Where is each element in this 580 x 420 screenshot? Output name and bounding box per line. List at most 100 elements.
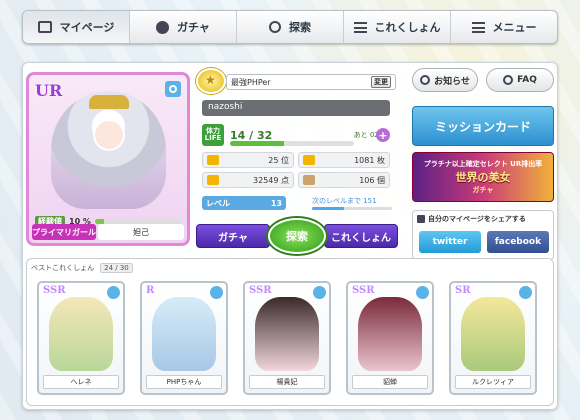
collection-card[interactable]: R PHPちゃん: [140, 281, 228, 395]
nav-collection-label: これくしょん: [374, 21, 441, 34]
faq-button[interactable]: FAQ: [486, 68, 554, 92]
nav-gacha[interactable]: ガチャ: [130, 11, 237, 43]
stats-grid: 25 位 1081 枚 32549 点 106 個: [202, 152, 390, 188]
stat-cards: 1081 枚: [298, 152, 390, 168]
cards-icon: [303, 155, 315, 165]
banner-main-text: 世界の美女: [455, 171, 511, 184]
stat-rank: 25 位: [202, 152, 294, 168]
collection-card-image: [461, 297, 525, 371]
collection-card-rarity: SSR: [43, 285, 66, 296]
gacha-banner[interactable]: プラチナ以上確定セレクト UR排出率 世界の美女 ガチャ: [412, 152, 554, 202]
collection-card-image: [255, 297, 319, 371]
level-label: レベル: [206, 198, 230, 208]
collection-icon: [353, 21, 367, 33]
star-icon: [207, 175, 219, 185]
search-icon: [269, 21, 281, 33]
nav-menu[interactable]: メニュー: [451, 11, 557, 43]
next-level: 次のレベルまで 151: [312, 196, 392, 210]
card-zoom-icon[interactable]: [313, 286, 326, 299]
top-nav: マイページ ガチャ 探索 これくしょん メニュー: [22, 10, 558, 44]
life-row: 体力 LIFE 14 / 32 あと 02:47 +: [202, 122, 390, 148]
next-level-bar: [312, 207, 392, 210]
level-value: 13: [270, 198, 282, 208]
collection-card-name: ヘレネ: [43, 375, 119, 389]
gacha-icon: [156, 20, 170, 34]
player-name: nazoshi: [202, 100, 390, 116]
menu-icon: [471, 21, 485, 33]
card-zoom-icon[interactable]: [519, 286, 532, 299]
collection-card-rarity: SSR: [352, 285, 375, 296]
exp-bar-fill: [94, 218, 104, 224]
nav-explore[interactable]: 探索: [237, 11, 344, 43]
collection-card-image: [152, 297, 216, 371]
collection-card-rarity: SR: [455, 285, 471, 296]
profile-panel: ★ 最強PHPer 変更 nazoshi 体力 LIFE 14 / 32 あと …: [196, 68, 398, 254]
life-label-bottom: LIFE: [204, 134, 222, 142]
item-icon: [303, 175, 315, 185]
card-rarity: UR: [35, 81, 63, 100]
best-title: ベストこれくしょん: [31, 264, 95, 272]
stat-items-value: 106 個: [359, 175, 385, 185]
banner-top-text: プラチナ以上確定セレクト UR排出率: [423, 160, 543, 168]
next-level-text: 次のレベルまで 151: [312, 197, 377, 205]
share-box: 自分のマイページをシェアする twitter facebook: [412, 210, 554, 260]
collection-card-rarity: R: [146, 285, 155, 296]
nav-gacha-label: ガチャ: [177, 21, 210, 34]
news-button[interactable]: お知らせ: [412, 68, 478, 92]
stat-points-value: 32549 点: [253, 175, 289, 185]
leader-card[interactable]: UR 経験値 10 % プライマリガール 妲己: [26, 72, 190, 246]
nav-mypage-label: マイページ: [59, 21, 115, 34]
share-icon: [417, 215, 425, 223]
stat-items: 106 個: [298, 172, 390, 188]
card-zoom-icon[interactable]: [165, 81, 181, 97]
banner-sub-text: ガチャ: [472, 186, 494, 194]
trophy-icon: [207, 155, 219, 165]
player-title: 最強PHPer: [231, 77, 271, 87]
explore-button[interactable]: 探索: [268, 218, 326, 254]
collection-card-name: PHPちゃん: [146, 375, 222, 389]
info-icon: [420, 75, 431, 85]
level-row: レベル 13: [202, 196, 286, 210]
change-title-button[interactable]: 変更: [371, 76, 391, 88]
stat-points: 32549 点: [202, 172, 294, 188]
life-badge: 体力 LIFE: [202, 124, 224, 146]
life-bar: [230, 141, 354, 146]
exp-bar: [94, 218, 181, 224]
mypage-icon: [37, 21, 52, 33]
gacha-button[interactable]: ガチャ: [196, 224, 270, 248]
help-icon: [503, 75, 514, 85]
stat-cards-value: 1081 枚: [354, 155, 385, 165]
card-zoom-icon[interactable]: [416, 286, 429, 299]
collection-card[interactable]: SSR 貂蝉: [346, 281, 434, 395]
best-collection: ベストこれくしょん 24 / 30 SSR ヘレネ R PHPちゃん SSR 楊貴妃 SSR…: [26, 258, 554, 406]
leader-character-image: [51, 91, 166, 209]
next-level-bar-fill: [312, 207, 344, 210]
share-title-text: 自分のマイページをシェアする: [428, 215, 526, 223]
best-header: ベストこれくしょん 24 / 30: [31, 263, 133, 273]
nav-collection[interactable]: これくしょん: [344, 11, 451, 43]
card-zoom-icon[interactable]: [210, 286, 223, 299]
mission-card-button[interactable]: ミッションカード: [412, 106, 554, 146]
collection-card-name: 楊貴妃: [249, 375, 325, 389]
nav-explore-label: 探索: [289, 21, 311, 34]
card-zoom-icon[interactable]: [107, 286, 120, 299]
collection-button[interactable]: これくしょん: [324, 224, 398, 248]
best-count: 24 / 30: [100, 263, 133, 273]
nav-mypage[interactable]: マイページ: [23, 11, 130, 43]
facebook-share-button[interactable]: facebook: [487, 231, 549, 253]
collection-card[interactable]: SR ルクレツィア: [449, 281, 537, 395]
crown-icon: ★: [196, 68, 226, 94]
action-buttons: ガチャ これくしょん 探索: [196, 218, 398, 254]
collection-card[interactable]: SSR ヘレネ: [37, 281, 125, 395]
title-row: 最強PHPer 変更: [226, 74, 396, 90]
collection-card-image: [49, 297, 113, 371]
collection-card-image: [358, 297, 422, 371]
life-value: 14 / 32: [230, 128, 273, 142]
faq-label: FAQ: [517, 75, 537, 85]
share-title: 自分のマイページをシェアする: [417, 214, 526, 224]
twitter-share-button[interactable]: twitter: [419, 231, 481, 253]
life-recover-button[interactable]: +: [376, 128, 390, 142]
stat-rank-value: 25 位: [268, 155, 289, 165]
card-footer: プライマリガール 妲己: [32, 224, 184, 240]
collection-card[interactable]: SSR 楊貴妃: [243, 281, 331, 395]
